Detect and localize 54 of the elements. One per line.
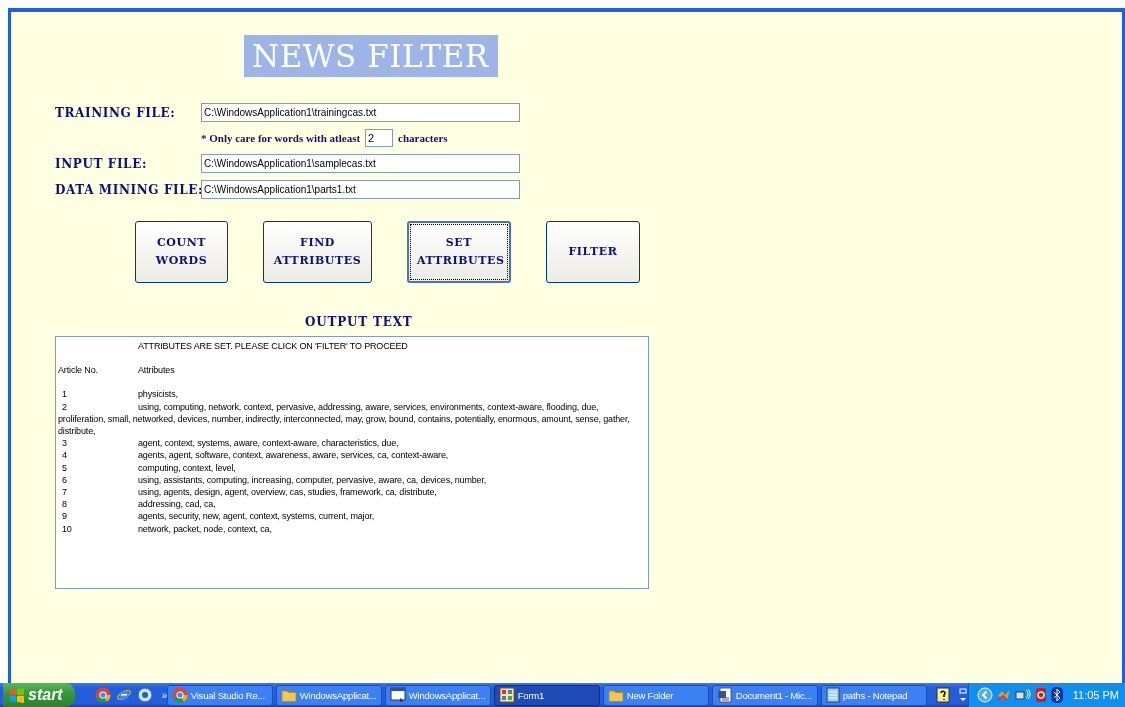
app-title: NEWS FILTER — [244, 35, 498, 77]
field-label: DATA MINING FILE: — [55, 182, 201, 197]
bluetooth-icon — [1050, 687, 1063, 703]
article-row-text: 9 agents, security, new, agent, context, systems, current, major, — [61, 510, 375, 523]
column-header: Article No. — [58, 364, 99, 377]
document-icon — [716, 687, 733, 703]
article-row-text: 4 agents, agent, software, context, awareness, aware, services, ca, context-aware, — [61, 449, 450, 462]
file-path-field[interactable]: C:\WindowsApplication1\samplecas.txt — [201, 154, 520, 173]
taskbar-button[interactable]: WindowsApplicat... — [384, 684, 491, 706]
file-path-field[interactable]: C:\WindowsApplication1\parts1.txt — [201, 180, 520, 199]
hint-text: characters — [398, 132, 448, 144]
action-button[interactable]: FILTER — [546, 221, 640, 283]
window-icon — [389, 687, 406, 703]
app-icon[interactable] — [136, 687, 153, 703]
field-label: TRAINING FILE: — [55, 105, 177, 120]
taskbar-button[interactable]: WindowsApplicat... — [275, 684, 382, 706]
action-button[interactable]: FIND ATTRIBUTES — [263, 221, 372, 283]
folder-icon — [280, 688, 297, 702]
article-row-text: 7 using, agents, design, agent, overview, cas, studies, framework, ca, distribute, — [61, 486, 438, 499]
more-chevron[interactable]: » — [161, 689, 168, 701]
taskbar-button[interactable]: Visual Studio Re... — [166, 684, 273, 706]
hint-text: * Only care for words with atleast — [201, 132, 361, 144]
file-path-field[interactable]: C:\WindowsApplication1\trainingcas.txt — [201, 103, 520, 122]
taskbar-button[interactable]: paths - Notepad — [820, 684, 927, 706]
tray-app-icon — [996, 688, 1011, 702]
taskbar-button[interactable]: Document1 - Mic... — [711, 684, 818, 706]
article-row-text: 3 agent, context, systems, aware, context-aware, characteristics, due, — [61, 437, 400, 450]
clock: 11:05 PM — [1072, 689, 1119, 701]
article-row-text: 8 addressing, cad, ca, — [61, 498, 217, 511]
field-label: INPUT FILE: — [55, 156, 148, 171]
action-button[interactable]: SET ATTRIBUTES — [407, 221, 511, 283]
min-length-field[interactable]: 2 — [365, 129, 394, 147]
network-icon — [1014, 688, 1031, 702]
action-button[interactable]: COUNT WORDS — [135, 221, 228, 283]
output-text-box[interactable] — [55, 336, 649, 589]
article-row-text: 5 computing, context, level, — [61, 461, 237, 474]
form-icon — [498, 687, 515, 703]
restore-icon — [957, 687, 968, 703]
article-row-text: 6 using, assistants, computing, increasing, computer, pervasive, aware, ca, devices, number, — [61, 473, 488, 487]
taskbar-button[interactable]: New Folder — [602, 684, 709, 706]
browser-icon[interactable] — [94, 687, 111, 703]
start-button[interactable]: start — [3, 683, 75, 707]
notepad-icon — [825, 687, 840, 703]
taskbar-button[interactable]: Form1 — [493, 684, 600, 706]
article-row-text: 1 physicists, — [61, 388, 179, 401]
help-icon — [935, 687, 950, 703]
output-label: OUTPUT TEXT — [305, 315, 414, 329]
browser-icon — [171, 687, 188, 703]
folder-icon — [607, 688, 624, 702]
windows-flag-icon — [9, 687, 25, 703]
article-row-text: 10 network, packet, node, context, ca, — [61, 522, 273, 535]
status-message: ATTRIBUTES ARE SET. PLEASE CLICK ON 'FILTER' TO PROCEED — [138, 341, 408, 351]
column-header: Attributes — [138, 365, 175, 376]
shield-icon — [1034, 687, 1047, 703]
